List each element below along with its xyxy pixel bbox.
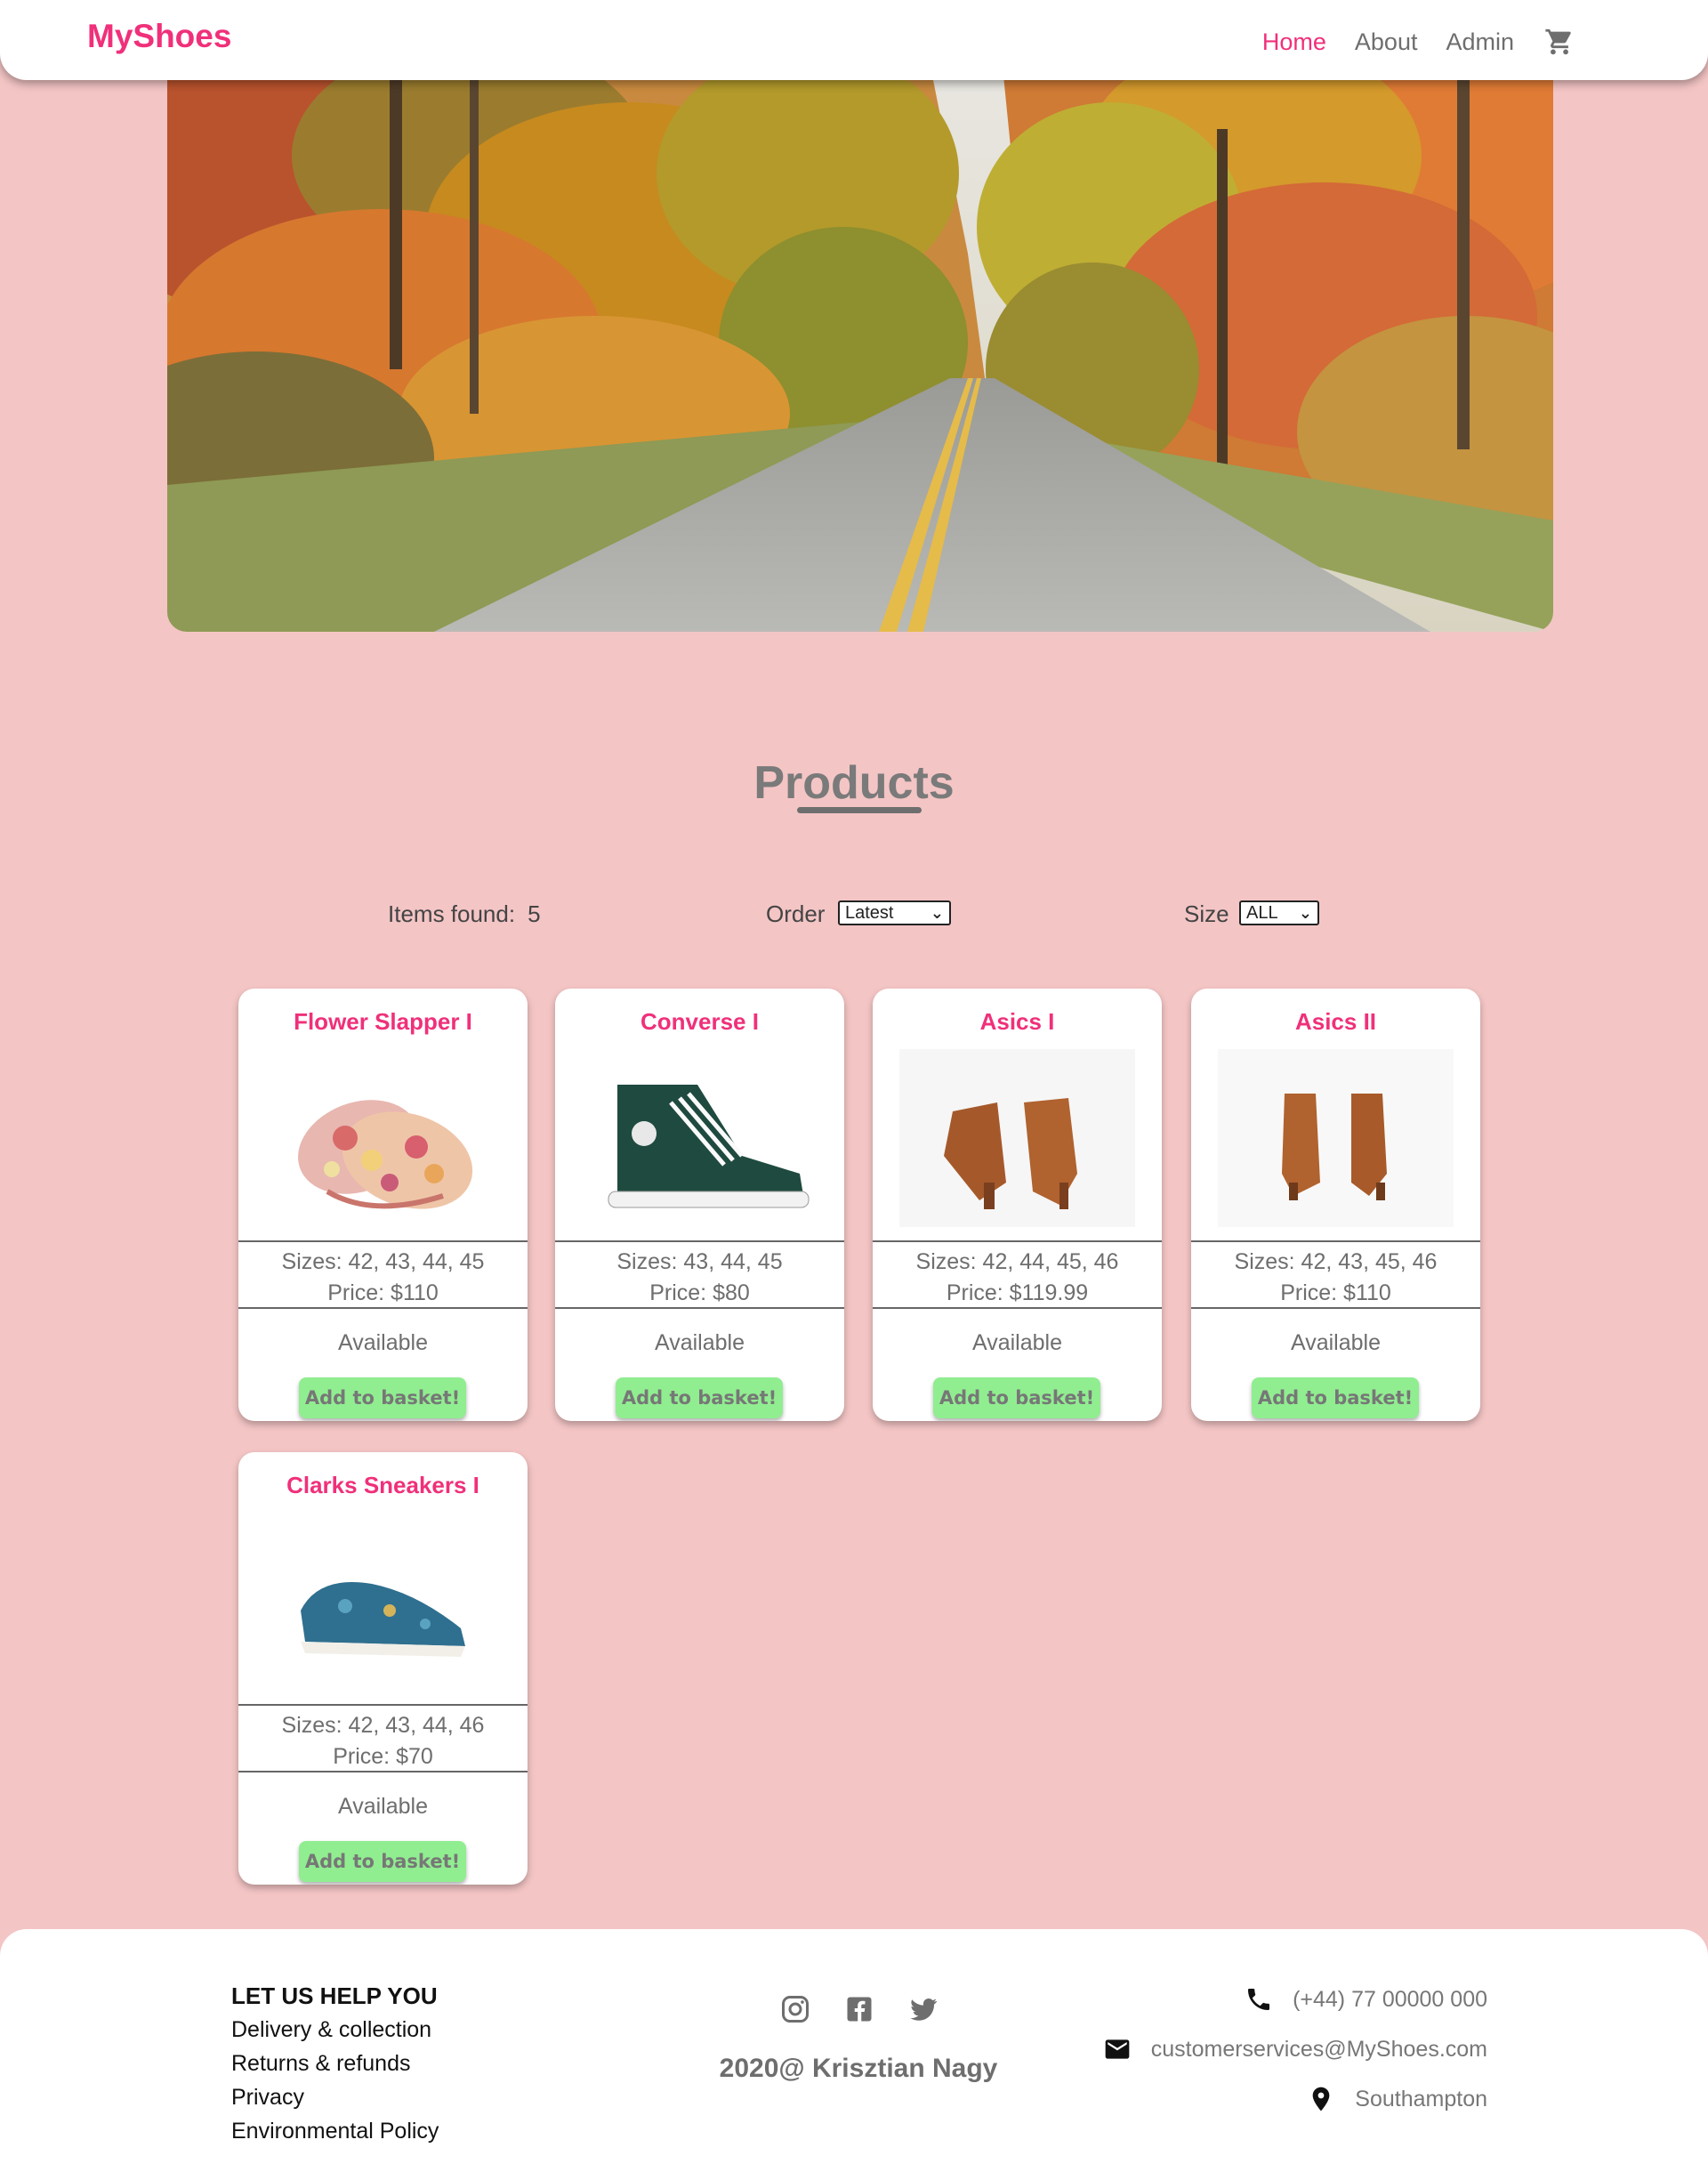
- product-availability: Available: [654, 1330, 745, 1355]
- card-divider: [1191, 1307, 1480, 1309]
- add-to-basket-button[interactable]: Add to basket!: [616, 1377, 783, 1418]
- product-availability: Available: [337, 1794, 428, 1819]
- product-image[interactable]: [1218, 1049, 1454, 1227]
- contact-location: Southampton: [1103, 2084, 1487, 2114]
- items-found-label: Items found:: [388, 900, 516, 927]
- product-card: Asics I Sizes: 42, 44, 45, 46 Price: $11…: [873, 989, 1162, 1421]
- nav-about-link[interactable]: About: [1355, 28, 1418, 56]
- size-label: Size: [1184, 900, 1229, 927]
- add-to-basket-button[interactable]: Add to basket!: [1252, 1377, 1419, 1418]
- product-sizes: Sizes: 42, 44, 45, 46: [915, 1249, 1119, 1274]
- product-sizes: Sizes: 42, 43, 45, 46: [1234, 1249, 1438, 1274]
- products-heading: Products: [753, 757, 955, 809]
- product-price: Price: $119.99: [946, 1280, 1089, 1305]
- add-to-basket-button[interactable]: Add to basket!: [933, 1377, 1100, 1418]
- heading-underline: [797, 807, 922, 813]
- product-availability: Available: [971, 1330, 1062, 1355]
- top-navbar: MyShoes Home About Admin: [0, 0, 1708, 80]
- product-image[interactable]: [899, 1049, 1135, 1227]
- brand-logo[interactable]: MyShoes: [87, 18, 231, 55]
- product-name[interactable]: Clarks Sneakers I: [238, 1472, 528, 1499]
- phone-number[interactable]: (+44) 77 00000 000: [1293, 1987, 1487, 2013]
- card-divider: [555, 1307, 844, 1309]
- product-price: Price: $110: [1280, 1280, 1391, 1305]
- size-select-value: ALL: [1246, 903, 1278, 923]
- nav-admin-link[interactable]: Admin: [1446, 28, 1514, 56]
- location-text: Southampton: [1355, 2086, 1487, 2112]
- cart-icon[interactable]: [1544, 27, 1575, 57]
- help-title: LET US HELP YOU: [231, 1982, 438, 2009]
- product-price: Price: $110: [327, 1280, 439, 1305]
- product-sizes: Sizes: 43, 44, 45: [616, 1249, 783, 1274]
- footer-link-privacy[interactable]: Privacy: [231, 2085, 439, 2111]
- card-divider: [238, 1704, 528, 1706]
- product-image[interactable]: [265, 1513, 501, 1691]
- order-select[interactable]: Latest ⌄: [838, 900, 951, 925]
- social-links: [779, 1993, 971, 2025]
- facebook-icon[interactable]: [843, 1993, 875, 2025]
- items-found-count: 5: [528, 900, 541, 927]
- card-divider: [873, 1307, 1162, 1309]
- location-pin-icon: [1307, 2085, 1335, 2113]
- card-divider: [1191, 1240, 1480, 1242]
- site-footer: LET US HELP YOU Delivery & collection Re…: [0, 1929, 1708, 2164]
- product-filters: Items found: 5 Order Latest ⌄ Size ALL ⌄: [0, 899, 1708, 934]
- hero-banner-image: [167, 76, 1553, 632]
- footer-link-delivery[interactable]: Delivery & collection: [231, 2017, 439, 2043]
- product-price: Price: $70: [333, 1744, 433, 1769]
- contact-info: (+44) 77 00000 000 customerservices@MySh…: [1103, 1984, 1487, 2134]
- product-price: Price: $80: [649, 1280, 750, 1305]
- instagram-icon[interactable]: [779, 1993, 811, 2025]
- chevron-down-icon: ⌄: [1298, 904, 1312, 922]
- card-divider: [238, 1771, 528, 1772]
- items-found: Items found: 5: [388, 900, 541, 928]
- main-nav: Home About Admin: [1234, 27, 1575, 57]
- order-select-value: Latest: [845, 903, 894, 923]
- size-select[interactable]: ALL ⌄: [1239, 900, 1319, 925]
- product-card: Flower Slapper I Sizes: 42, 43, 44, 45 P…: [238, 989, 528, 1421]
- product-name[interactable]: Asics II: [1191, 1008, 1480, 1036]
- product-sizes: Sizes: 42, 43, 44, 45: [281, 1249, 485, 1274]
- product-availability: Available: [1290, 1330, 1381, 1355]
- card-divider: [873, 1240, 1162, 1242]
- product-name[interactable]: Converse I: [555, 1008, 844, 1036]
- product-card: Asics II Sizes: 42, 43, 45, 46 Price: $1…: [1191, 989, 1480, 1421]
- twitter-icon[interactable]: [907, 1993, 939, 2025]
- card-divider: [555, 1240, 844, 1242]
- chevron-down-icon: ⌄: [930, 904, 944, 922]
- contact-phone: (+44) 77 00000 000: [1103, 1984, 1487, 2015]
- product-name[interactable]: Flower Slapper I: [238, 1008, 528, 1036]
- email-address[interactable]: customerservices@MyShoes.com: [1151, 2037, 1487, 2063]
- product-card: Clarks Sneakers I Sizes: 42, 43, 44, 46 …: [238, 1452, 528, 1885]
- product-availability: Available: [337, 1330, 428, 1355]
- phone-icon: [1245, 1985, 1273, 2014]
- contact-email: customerservices@MyShoes.com: [1103, 2034, 1487, 2064]
- footer-link-environmental[interactable]: Environmental Policy: [231, 2119, 439, 2144]
- add-to-basket-button[interactable]: Add to basket!: [299, 1377, 466, 1418]
- product-image[interactable]: [265, 1049, 501, 1227]
- product-name[interactable]: Asics I: [873, 1008, 1162, 1036]
- card-divider: [238, 1240, 528, 1242]
- order-label: Order: [766, 900, 826, 927]
- product-image[interactable]: [582, 1049, 818, 1227]
- email-icon: [1103, 2035, 1132, 2063]
- add-to-basket-button[interactable]: Add to basket!: [299, 1841, 466, 1882]
- nav-home-link[interactable]: Home: [1262, 28, 1326, 56]
- product-sizes: Sizes: 42, 43, 44, 46: [281, 1713, 485, 1738]
- card-divider: [238, 1307, 528, 1309]
- product-card: Converse I Sizes: 43, 44, 45 Price: $80 …: [555, 989, 844, 1421]
